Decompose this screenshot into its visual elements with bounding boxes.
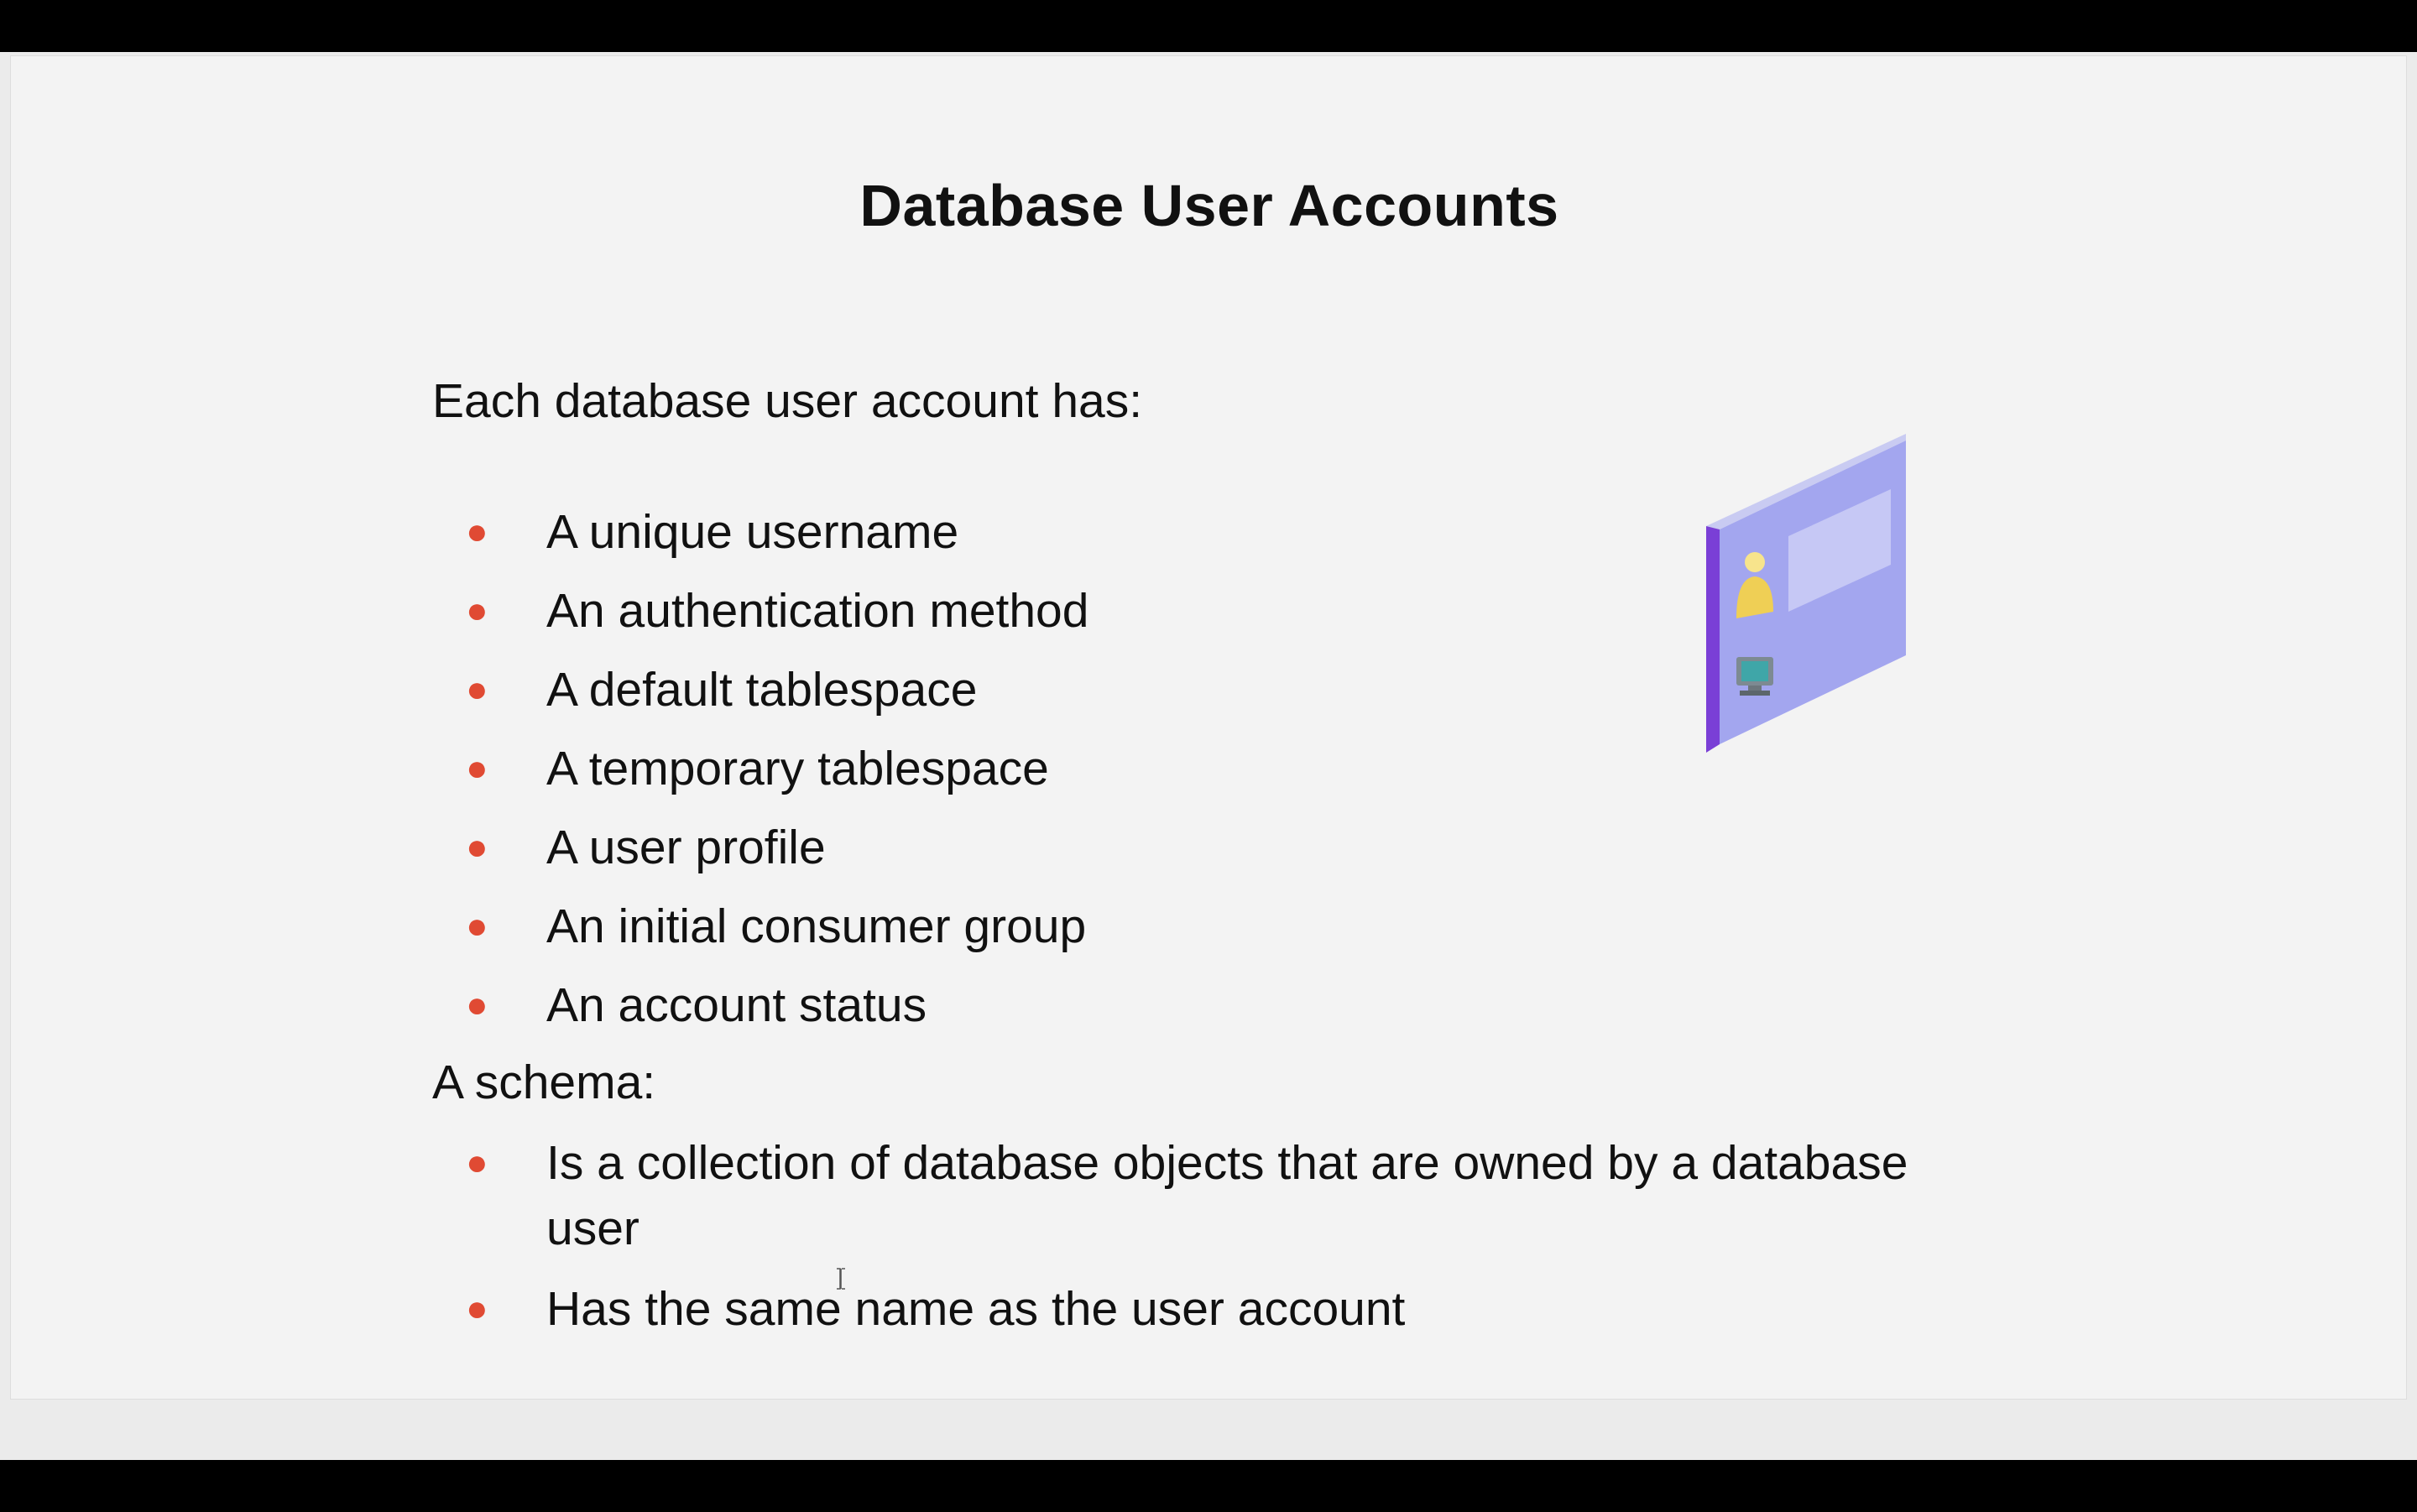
bullet-text: A user profile bbox=[546, 821, 826, 874]
bullet-dot-icon: ● bbox=[466, 905, 488, 946]
bullet-dot-icon: ● bbox=[466, 984, 488, 1025]
bullet-dot-icon: ● bbox=[466, 590, 488, 631]
slide-title: Database User Accounts bbox=[859, 173, 1559, 238]
video-top-letterbox bbox=[0, 0, 2417, 52]
bullet-text: An account status bbox=[546, 978, 927, 1032]
bullet-text: An initial consumer group bbox=[546, 899, 1087, 953]
bullet-dot-icon: ● bbox=[466, 1142, 488, 1183]
bullet-dot-icon: ● bbox=[466, 826, 488, 868]
section-heading-user-account: Each database user account has: bbox=[432, 374, 1143, 428]
bullet-text: Is a collection of database objects that… bbox=[546, 1136, 1908, 1255]
section-heading-schema: A schema: bbox=[432, 1056, 656, 1109]
bullet-dot-icon: ● bbox=[466, 669, 488, 710]
presentation-viewer: Database User Accounts Each database use… bbox=[0, 52, 2417, 1505]
bullet-dot-icon: ● bbox=[466, 1288, 488, 1329]
video-bottom-letterbox bbox=[0, 1460, 2417, 1510]
bullet-item: ● Is a collection of database objects th… bbox=[432, 1130, 2027, 1264]
bullet-dot-icon: ● bbox=[466, 748, 488, 789]
bullet-text: Has the same name as the user account bbox=[546, 1282, 1406, 1336]
slide: Database User Accounts Each database use… bbox=[10, 55, 2407, 1400]
text-cursor-icon bbox=[835, 1268, 847, 1290]
user-account-panel-icon bbox=[1689, 434, 1933, 769]
bullet-dot-icon: ● bbox=[466, 511, 488, 552]
